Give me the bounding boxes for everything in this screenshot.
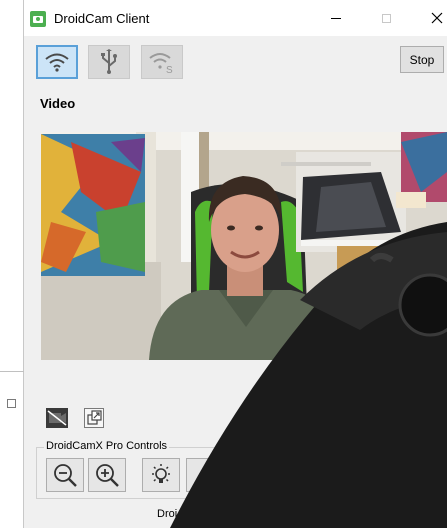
maximize-icon	[381, 13, 391, 23]
autofocus-button[interactable]: AF	[186, 458, 224, 492]
desktop-background	[0, 0, 24, 528]
window-title: DroidCam Client	[54, 11, 150, 26]
pro-controls-label: DroidCamX Pro Controls	[44, 440, 170, 452]
usb-icon	[101, 49, 117, 74]
app-window: DroidCam Client S Stop Video DroidCamX P…	[24, 0, 447, 528]
wifi-server-icon: S	[149, 53, 173, 74]
wifi-icon	[45, 53, 69, 72]
picture-in-picture-icon	[87, 410, 102, 425]
desktop-checkbox-icon[interactable]	[7, 399, 16, 408]
maximize-button[interactable]	[363, 0, 409, 36]
light-button[interactable]	[142, 458, 180, 492]
video-section-title: Video	[40, 96, 76, 111]
droidcam-app-icon	[30, 11, 46, 27]
status-text: Droi	[157, 508, 178, 520]
title-bar[interactable]: DroidCam Client	[24, 0, 447, 36]
video-preview	[41, 132, 447, 360]
camera-off-icon	[47, 410, 67, 426]
usb-connection-button[interactable]	[88, 45, 130, 79]
zoom-out-button[interactable]	[46, 458, 84, 492]
close-icon	[431, 12, 443, 24]
close-button[interactable]	[414, 0, 447, 36]
svg-text:S: S	[166, 65, 173, 74]
zoom-out-icon	[54, 464, 77, 487]
camera-off-button[interactable]	[46, 408, 68, 428]
video-frame	[41, 132, 447, 360]
wifi-connection-button[interactable]	[36, 45, 78, 79]
zoom-in-icon	[96, 464, 119, 487]
stop-button[interactable]: Stop	[400, 46, 444, 73]
desktop-divider	[0, 371, 24, 372]
wifi-server-connection-button[interactable]: S	[141, 45, 183, 79]
minimize-button[interactable]	[313, 0, 359, 36]
zoom-in-button[interactable]	[88, 458, 126, 492]
light-icon	[152, 464, 170, 483]
picture-in-picture-button[interactable]	[84, 408, 104, 428]
minimize-icon	[331, 17, 341, 19]
